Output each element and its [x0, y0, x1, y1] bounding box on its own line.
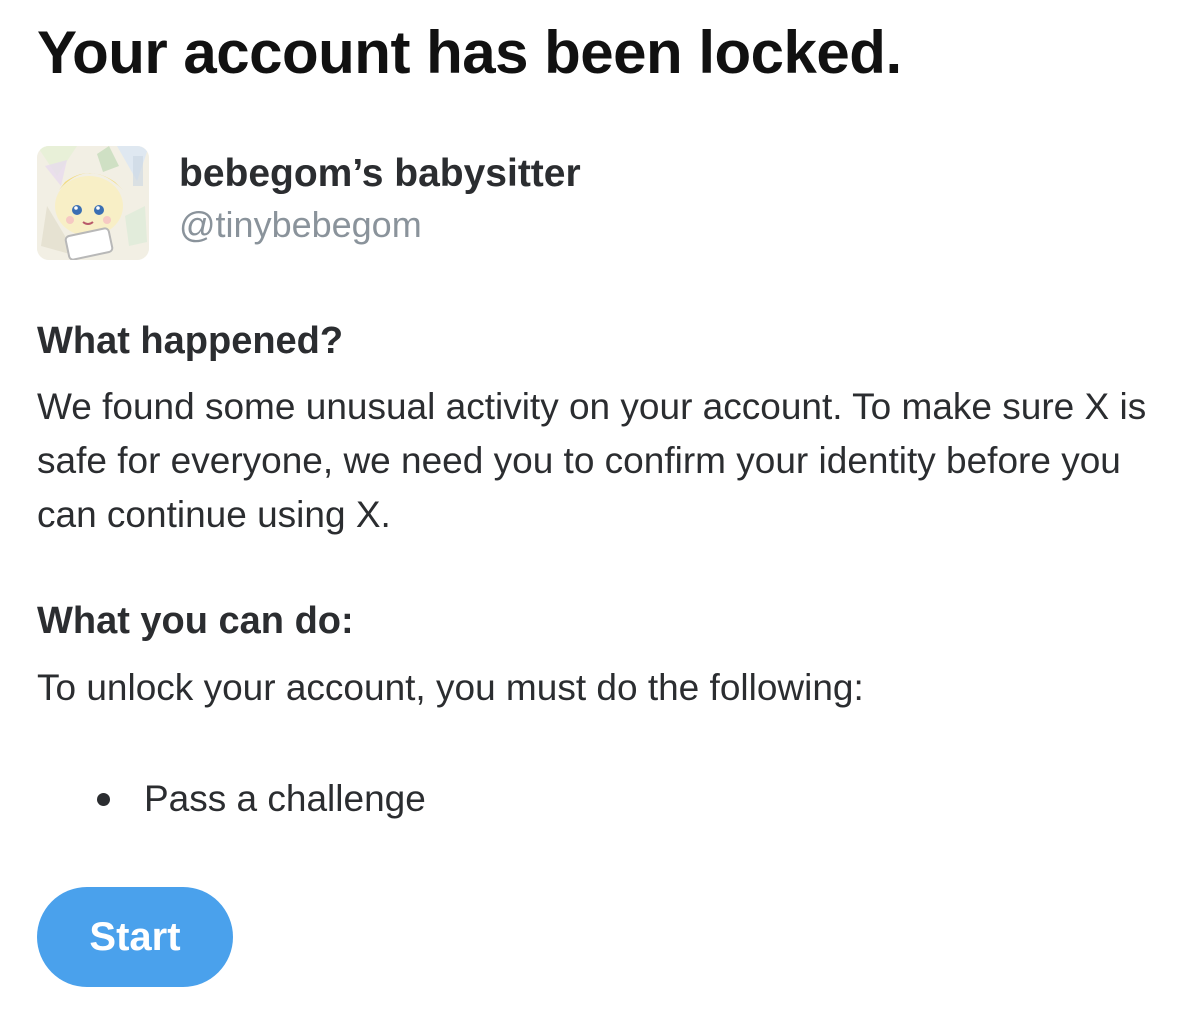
account-handle: @tinybebegom — [179, 204, 422, 245]
start-button[interactable]: Start — [37, 887, 233, 987]
what-happened-text: We found some unusual activity on your a… — [37, 386, 1147, 535]
what-you-can-do-heading: What you can do: — [37, 600, 354, 642]
page-title: Your account has been locked. — [37, 19, 902, 86]
avatar — [37, 146, 149, 260]
account-card: bebegom’s babysitter @tinybebegom — [37, 146, 737, 260]
what-happened-heading: What happened? — [37, 320, 344, 362]
step-label: Pass a challenge — [144, 778, 426, 819]
unlock-instruction-text: To unlock your account, you must do the … — [37, 667, 864, 708]
avatar-image-icon — [37, 146, 149, 260]
list-item: Pass a challenge — [89, 772, 426, 826]
display-name: bebegom’s babysitter — [179, 152, 581, 195]
unlock-steps-list: Pass a challenge — [89, 772, 426, 826]
bullet-icon — [97, 793, 110, 806]
